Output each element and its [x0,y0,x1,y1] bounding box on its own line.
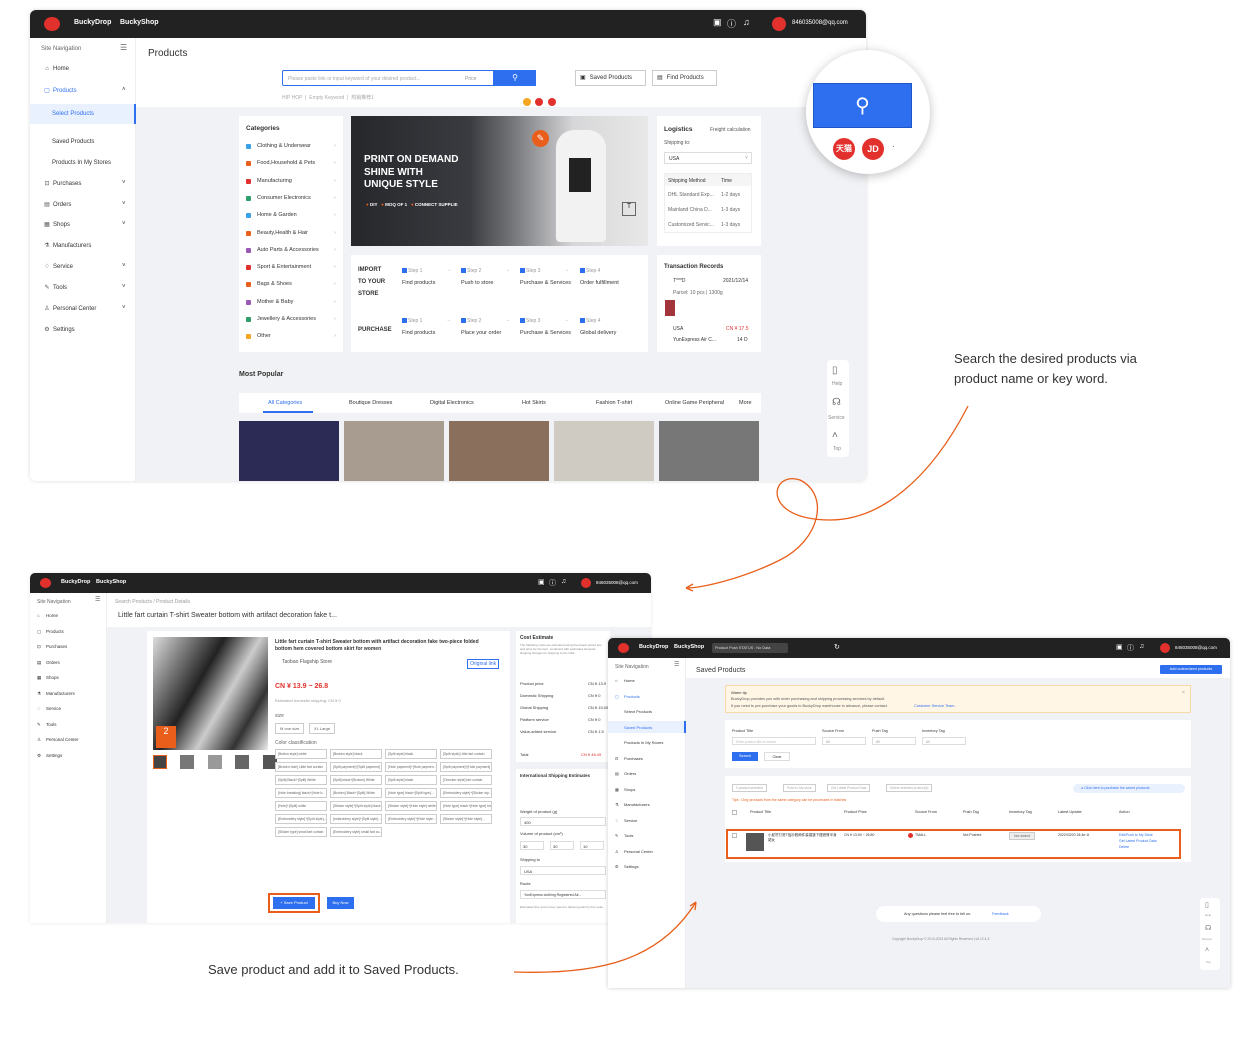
arrow-path-2 [513,901,697,974]
arrow-path-1 [685,405,969,589]
connector-arrows [513,405,969,974]
